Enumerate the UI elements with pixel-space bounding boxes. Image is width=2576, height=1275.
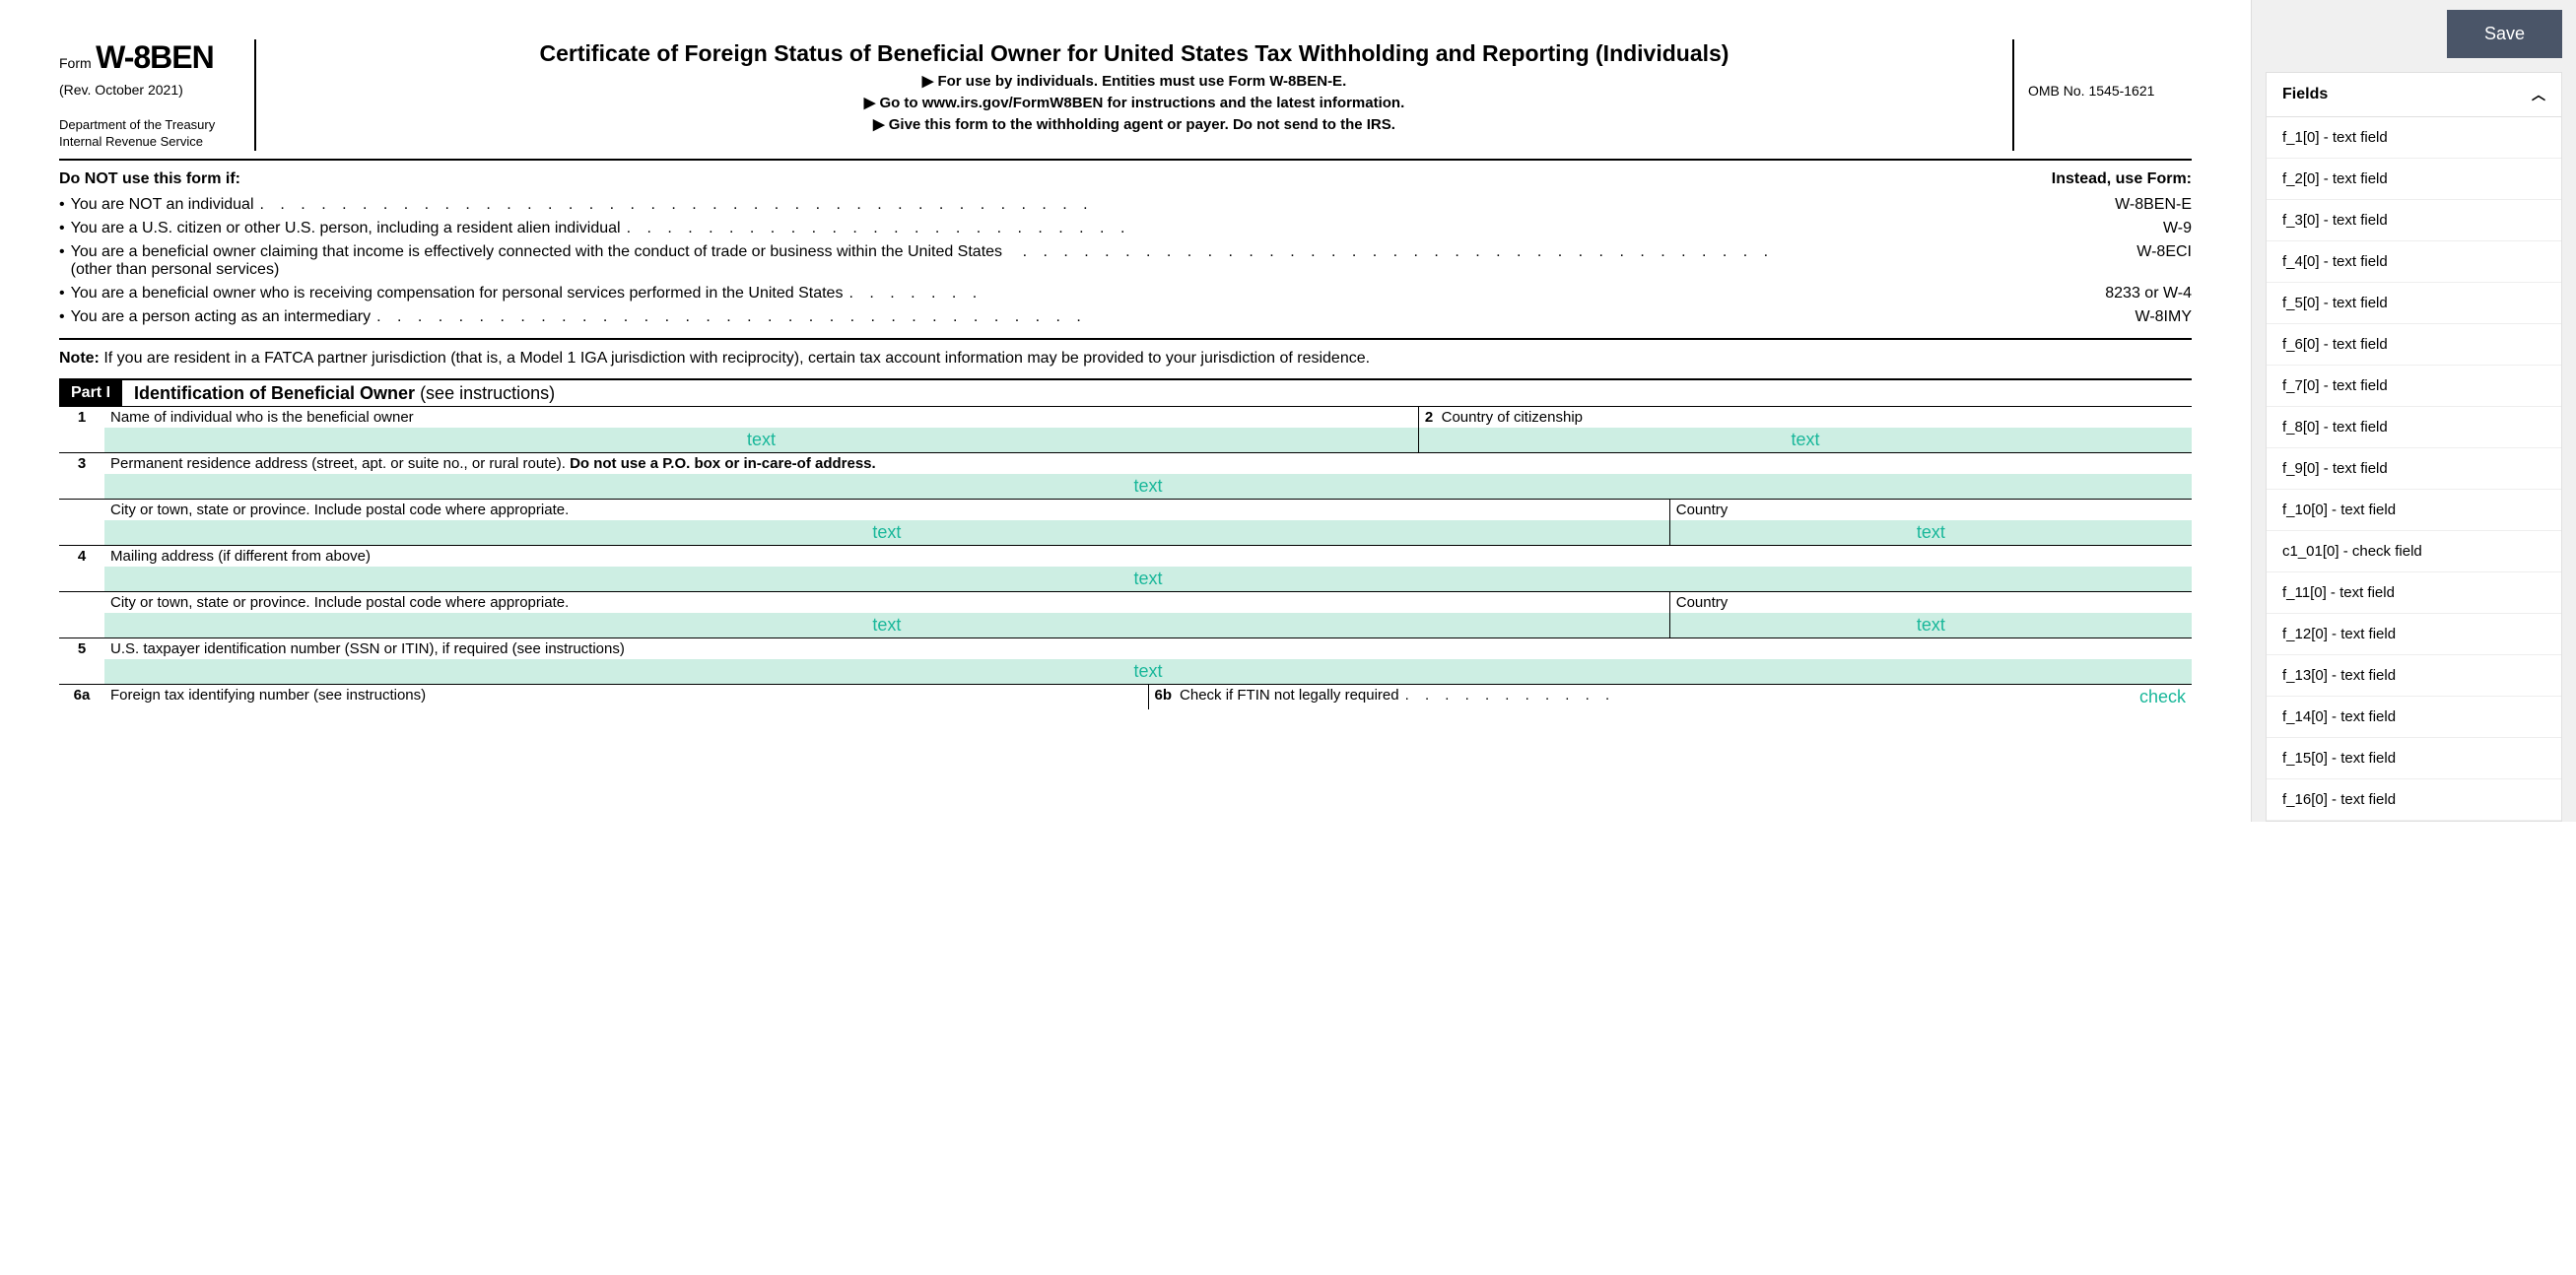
label-mailing: Mailing address (if different from above… — [104, 546, 2192, 567]
instruction-1: ▶ For use by individuals. Entities must … — [270, 72, 1999, 90]
do-not-use-section: Do NOT use this form if: Instead, use Fo… — [59, 170, 2192, 326]
department: Department of the Treasury Internal Reve… — [59, 117, 242, 151]
donot-row: •You are NOT an individual. . . . . . . … — [59, 196, 2192, 214]
row-5: 5 U.S. taxpayer identification number (S… — [59, 638, 2192, 685]
field-list-item[interactable]: f_6[0] - text field — [2267, 324, 2561, 366]
field-list-item[interactable]: f_3[0] - text field — [2267, 200, 2561, 241]
row-3-city: City or town, state or province. Include… — [59, 500, 2192, 546]
instruction-2: ▶ Go to www.irs.gov/FormW8BEN for instru… — [270, 94, 1999, 111]
dept-line2: Internal Revenue Service — [59, 134, 203, 149]
fields-panel: Fields ︿ f_1[0] - text fieldf_2[0] - tex… — [2266, 72, 2562, 822]
field-list-item[interactable]: f_15[0] - text field — [2267, 738, 2561, 779]
field-num-4: 4 — [59, 546, 104, 591]
field-list-item[interactable]: f_16[0] - text field — [2267, 779, 2561, 821]
input-mailing[interactable]: text — [104, 567, 2192, 591]
field-list-item[interactable]: c1_01[0] - check field — [2267, 531, 2561, 572]
note: Note: If you are resident in a FATCA par… — [59, 338, 2192, 369]
form-word: Form — [59, 55, 92, 71]
label-country: Country — [1670, 500, 2192, 520]
label-6b: 6b Check if FTIN not legally required . … — [1149, 685, 2193, 709]
fields-list: f_1[0] - text fieldf_2[0] - text fieldf_… — [2267, 117, 2561, 821]
label-ssn: U.S. taxpayer identification number (SSN… — [104, 638, 2192, 659]
form-code: W-8BEN — [96, 39, 214, 75]
donot-row: •You are a person acting as an intermedi… — [59, 308, 2192, 326]
field-list-item[interactable]: f_11[0] - text field — [2267, 572, 2561, 614]
header-center: Certificate of Foreign Status of Benefic… — [256, 39, 2014, 151]
field-list-item[interactable]: f_12[0] - text field — [2267, 614, 2561, 655]
donot-row: •You are a beneficial owner claiming tha… — [59, 243, 2192, 279]
field-num-6a: 6a — [59, 685, 104, 709]
label-city: City or town, state or province. Include… — [104, 500, 1669, 520]
input-ftin-check[interactable]: check — [2139, 687, 2186, 707]
field-num-1: 1 — [59, 407, 104, 452]
row-4: 4 Mailing address (if different from abo… — [59, 546, 2192, 592]
field-list-item[interactable]: f_4[0] - text field — [2267, 241, 2561, 283]
note-label: Note: — [59, 350, 100, 367]
row-3: 3 Permanent residence address (street, a… — [59, 453, 2192, 500]
input-name[interactable]: text — [104, 428, 1418, 452]
label-address: Permanent residence address (street, apt… — [104, 453, 2192, 474]
field-list-item[interactable]: f_2[0] - text field — [2267, 159, 2561, 200]
chevron-up-icon: ︿ — [2532, 85, 2545, 104]
omb-number: OMB No. 1545-1621 — [2028, 83, 2154, 99]
label-ftin: Foreign tax identifying number (see inst… — [104, 685, 1148, 705]
label-country-2: Country — [1670, 592, 2192, 613]
header-left: Form W-8BEN (Rev. October 2021) Departme… — [59, 39, 256, 151]
field-list-item[interactable]: f_7[0] - text field — [2267, 366, 2561, 407]
field-list-item[interactable]: f_13[0] - text field — [2267, 655, 2561, 697]
part-title: Identification of Beneficial Owner (see … — [122, 383, 555, 404]
save-button[interactable]: Save — [2447, 10, 2562, 58]
label-name: Name of individual who is the beneficial… — [104, 407, 1418, 428]
instruction-3: ▶ Give this form to the withholding agen… — [270, 115, 1999, 133]
part-1-header: Part I Identification of Beneficial Owne… — [59, 378, 2192, 407]
row-4-city: City or town, state or province. Include… — [59, 592, 2192, 638]
part-badge: Part I — [59, 380, 122, 406]
form-document: Form W-8BEN (Rev. October 2021) Departme… — [0, 0, 2251, 822]
field-list-item[interactable]: f_1[0] - text field — [2267, 117, 2561, 159]
input-city[interactable]: text — [104, 520, 1669, 545]
label-citizenship: 2 Country of citizenship — [1419, 407, 2192, 428]
field-num-5: 5 — [59, 638, 104, 684]
input-citizenship[interactable]: text — [1419, 428, 2192, 452]
row-6: 6a Foreign tax identifying number (see i… — [59, 685, 2192, 709]
sidebar: Save Fields ︿ f_1[0] - text fieldf_2[0] … — [2251, 0, 2576, 822]
field-list-item[interactable]: f_14[0] - text field — [2267, 697, 2561, 738]
field-num-3: 3 — [59, 453, 104, 499]
input-country-2[interactable]: text — [1670, 613, 2192, 638]
donot-right: Instead, use Form: — [2052, 170, 2192, 188]
label-city-2: City or town, state or province. Include… — [104, 592, 1669, 613]
input-ssn[interactable]: text — [104, 659, 2192, 684]
fields-panel-header[interactable]: Fields ︿ — [2267, 73, 2561, 117]
input-city-2[interactable]: text — [104, 613, 1669, 638]
donot-left: Do NOT use this form if: — [59, 170, 240, 188]
field-list-item[interactable]: f_8[0] - text field — [2267, 407, 2561, 448]
field-list-item[interactable]: f_10[0] - text field — [2267, 490, 2561, 531]
header-right: OMB No. 1545-1621 — [2014, 39, 2192, 151]
field-list-item[interactable]: f_9[0] - text field — [2267, 448, 2561, 490]
field-list-item[interactable]: f_5[0] - text field — [2267, 283, 2561, 324]
note-text: If you are resident in a FATCA partner j… — [100, 350, 1370, 367]
input-country[interactable]: text — [1670, 520, 2192, 545]
donot-row: •You are a beneficial owner who is recei… — [59, 285, 2192, 302]
fields-title: Fields — [2282, 86, 2328, 103]
dept-line1: Department of the Treasury — [59, 117, 215, 132]
revision: (Rev. October 2021) — [59, 82, 242, 98]
input-address[interactable]: text — [104, 474, 2192, 499]
donot-row: •You are a U.S. citizen or other U.S. pe… — [59, 220, 2192, 237]
form-title: Certificate of Foreign Status of Benefic… — [270, 39, 1999, 68]
row-1-2: 1 Name of individual who is the benefici… — [59, 407, 2192, 453]
form-header: Form W-8BEN (Rev. October 2021) Departme… — [59, 39, 2192, 161]
